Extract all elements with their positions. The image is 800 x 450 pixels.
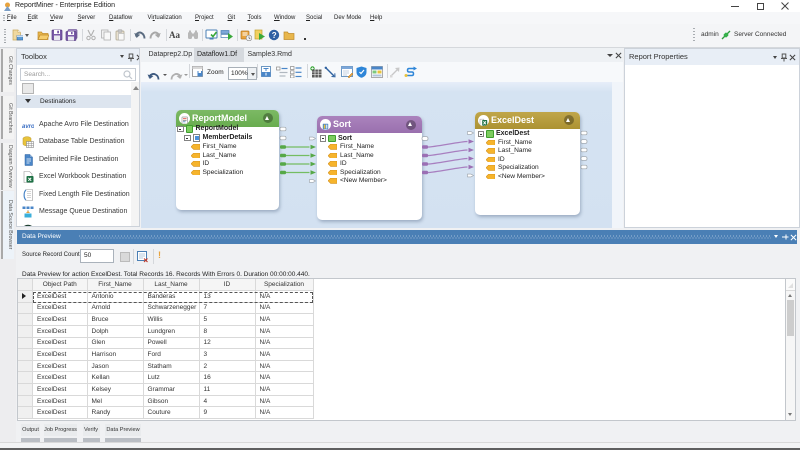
svg-text:?: ?	[272, 31, 277, 40]
svg-text:avro: avro	[22, 124, 34, 130]
